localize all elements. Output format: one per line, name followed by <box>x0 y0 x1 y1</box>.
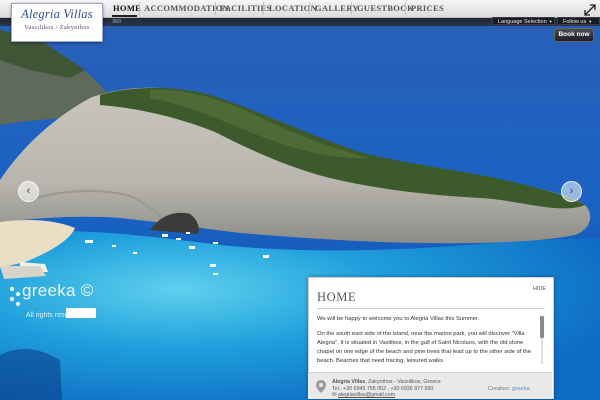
follow-us-dropdown[interactable]: Follow us ▼ <box>557 17 600 25</box>
photo-watermark: greeka © All rights reserved <box>8 281 128 323</box>
logo-subtitle: Vassilikos / Zakynthos <box>24 24 90 31</box>
welcome-text: We will be happy to welcome you to Alegr… <box>317 315 541 367</box>
greeka-logo-icon <box>9 286 21 307</box>
watermark-rights: All rights reserved <box>26 312 83 319</box>
logo-title: Alegria Villas <box>21 7 93 21</box>
contact-info: Alegria Villas, Zakynthos - Vassilikos, … <box>332 379 441 399</box>
title-divider <box>317 308 544 309</box>
contact-footer: Alegria Villas, Zakynthos - Vassilikos, … <box>308 372 552 399</box>
chevron-down-icon: ▼ <box>588 19 593 24</box>
nav-prices[interactable]: PRICES <box>411 3 444 13</box>
watermark-brand: greeka © <box>22 281 94 300</box>
contact-name: Alegria Villas <box>332 379 366 385</box>
nav-active-indicator <box>112 15 137 17</box>
creation-label: Creation: <box>488 386 511 392</box>
follow-us-label: Follow us <box>563 19 587 25</box>
nav-divider <box>263 2 264 15</box>
contact-email[interactable]: ✉ alegriavillas@gmail.com <box>332 392 441 399</box>
expand-icon[interactable] <box>584 3 596 16</box>
welcome-paragraph: We will be happy to welcome you to Alegr… <box>317 316 480 322</box>
creation-credit[interactable]: Creation: greeka <box>488 386 530 392</box>
nav-home[interactable]: HOME <box>113 3 141 13</box>
chevron-left-icon: ‹ <box>26 185 31 197</box>
site-logo[interactable]: Alegria Villas Vassilikos / Zakynthos <box>11 3 103 42</box>
panorama-360-link[interactable]: 360 <box>112 19 121 25</box>
nav-divider <box>405 2 406 15</box>
slideshow-next-button[interactable]: › <box>561 181 582 202</box>
chevron-right-icon: › <box>569 185 574 197</box>
contact-location: , Zakynthos - Vassilikos, Greece <box>365 379 441 385</box>
nav-divider <box>139 2 140 15</box>
page-title: HOME <box>317 290 357 304</box>
nav-divider <box>351 2 352 15</box>
nav-divider <box>309 2 310 15</box>
slideshow-prev-button[interactable]: ‹ <box>18 181 39 202</box>
location-pin-icon <box>316 380 326 398</box>
language-selector[interactable]: Language Selection ▼ <box>492 17 555 25</box>
creation-logo: greeka <box>511 386 530 392</box>
nav-divider <box>215 2 216 15</box>
nav-gallery[interactable]: GALLERY <box>315 3 359 13</box>
panel-scrollbar-thumb[interactable] <box>540 316 544 338</box>
chevron-down-icon: ▼ <box>548 19 553 24</box>
description-paragraph: On the south east side of the island, ne… <box>317 331 532 364</box>
book-now-button[interactable]: Book now <box>554 28 594 42</box>
nav-accommodation[interactable]: ACCOMMODATION <box>144 3 229 13</box>
language-selector-label: Language Selection <box>498 19 547 25</box>
hide-panel-button[interactable]: HIDE <box>533 286 546 292</box>
